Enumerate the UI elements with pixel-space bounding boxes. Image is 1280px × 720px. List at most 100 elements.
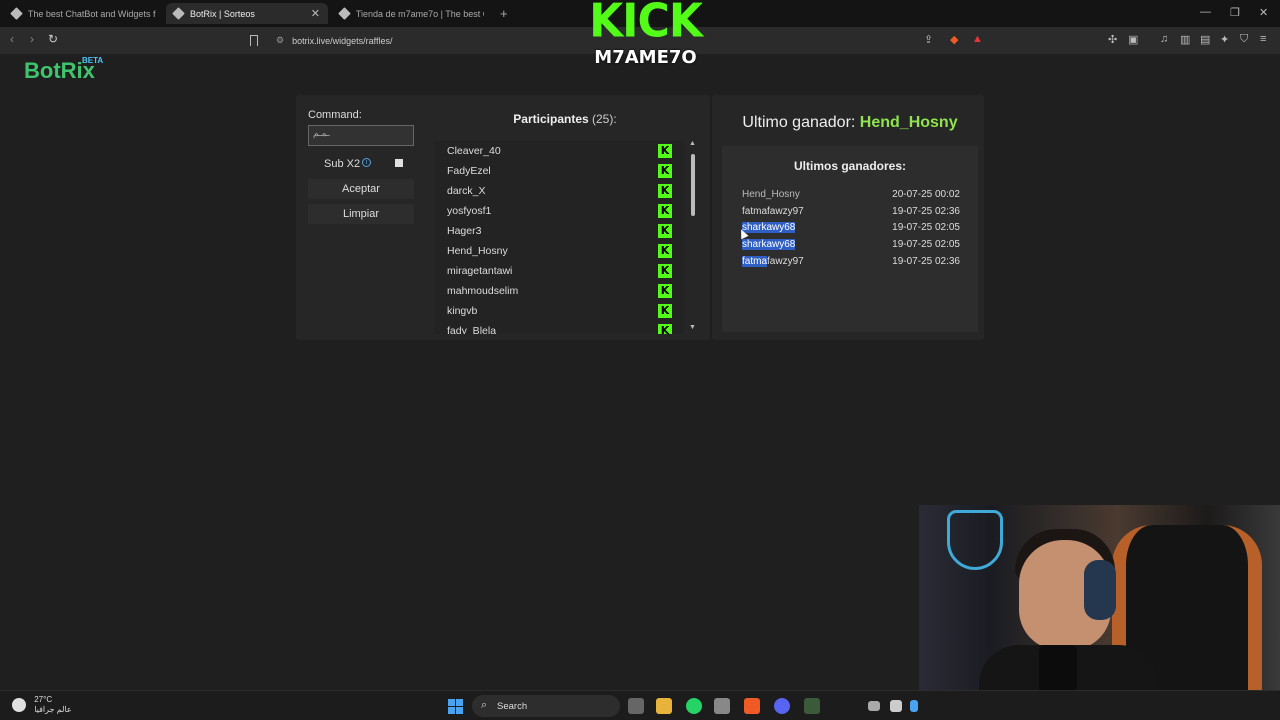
kick-platform-icon: K	[658, 224, 672, 238]
forward-arrow-icon[interactable]: ›	[30, 32, 34, 46]
headset	[1084, 560, 1116, 620]
participants-list[interactable]: Cleaver_40 K FadyEzel Kdarck_X Kyosfyosf1 K Ha…	[434, 141, 684, 334]
restore-icon[interactable]: ❐	[1230, 6, 1240, 19]
back-arrow-icon[interactable]: ‹	[10, 32, 14, 46]
winner-row: sharkawy68 19-07-25 02:05	[742, 222, 960, 238]
brave-rewards-icon[interactable]: ▲	[972, 33, 983, 45]
sidebar-icon[interactable]: ▥	[1180, 33, 1190, 46]
winner-name: fatmafawzy97	[742, 206, 804, 217]
sub-x2-option[interactable]: Sub X2 i	[308, 155, 414, 173]
screenshot-icon[interactable]: ▣	[1128, 33, 1138, 46]
participant-row: fady_Blela K	[434, 321, 684, 334]
participant-row: FadyEzel K	[434, 161, 684, 181]
extensions-icon[interactable]: ✣	[1108, 33, 1117, 46]
task-view-icon[interactable]	[628, 698, 644, 714]
weather-widget[interactable]: 27°C عالم جرافيا	[12, 695, 72, 715]
participant-name: miragetantawi	[447, 265, 513, 277]
participant-name: yosfyosf1	[447, 205, 492, 217]
scroll-up-arrow-icon[interactable]: ▲	[689, 140, 696, 147]
vpn-icon[interactable]: ⛉	[1240, 33, 1248, 46]
kick-platform-icon: K	[658, 144, 672, 158]
scroll-down-arrow-icon[interactable]: ▼	[689, 324, 696, 331]
sub-x2-label: Sub X2	[324, 158, 361, 170]
share-icon[interactable]: ⇪	[924, 33, 933, 46]
participant-row: Cleaver_40 K	[434, 141, 684, 161]
microphone	[1039, 645, 1077, 693]
brave-shield-icon[interactable]: ◆	[950, 33, 958, 46]
wallet-icon[interactable]: ▤	[1200, 33, 1210, 46]
participants-title: Participantes (25):	[434, 112, 696, 126]
participant-name: mahmoudselim	[447, 285, 519, 297]
winner-date: 20-07-25 00:02	[892, 189, 960, 200]
command-input[interactable]: ـمـم	[308, 125, 414, 146]
discord-tray-icon[interactable]	[868, 701, 880, 711]
windows-taskbar: 27°C عالم جرافيا ⌕ Search	[0, 690, 1280, 720]
participant-row: kingvb K	[434, 301, 684, 321]
neon-sign	[947, 510, 1003, 570]
winner-name: sharkawy68	[742, 222, 796, 233]
tray-app-icon[interactable]	[910, 700, 918, 712]
unselected-text: fawzy97	[767, 256, 804, 267]
site-info-icon[interactable]: ⚙	[276, 35, 284, 46]
tab-label: Tienda de m7ame7o | The best ChatB	[355, 8, 484, 19]
menu-icon[interactable]: ≡	[1260, 33, 1266, 45]
kick-platform-icon: K	[658, 304, 672, 318]
site-favicon-icon	[338, 7, 351, 20]
tab-tienda[interactable]: Tienda de m7ame7o | The best ChatB	[332, 3, 492, 24]
brave-browser-icon[interactable]	[744, 698, 760, 714]
kick-overlay-logo: KICK M7AME7O	[588, 0, 703, 72]
file-explorer-icon[interactable]	[656, 698, 672, 714]
selected-text: fatma	[742, 256, 768, 267]
media-icon[interactable]: ♫	[1160, 33, 1168, 45]
tray-app-icon[interactable]	[890, 700, 902, 712]
bookmark-icon[interactable]	[250, 35, 258, 46]
close-tab-icon[interactable]: ✕	[311, 7, 320, 20]
last-winner-name: Hend_Hosny	[859, 114, 958, 131]
windows-start-icon[interactable]	[448, 699, 463, 714]
search-icon: ⌕	[481, 699, 488, 711]
participant-row: darck_X K	[434, 181, 684, 201]
participant-row: Hend_Hosny K	[434, 241, 684, 261]
participant-name: kingvb	[447, 305, 478, 317]
winner-row: fatmafawzy97 19-07-25 02:36	[742, 256, 960, 272]
winner-date: 19-07-25 02:36	[892, 256, 960, 267]
participant-name: fady_Blela	[447, 325, 497, 334]
kick-platform-icon: K	[658, 244, 672, 258]
participants-label: Participantes	[513, 112, 589, 126]
site-favicon-icon	[172, 7, 185, 20]
winner-name: Hend_Hosny	[742, 189, 800, 200]
sub-x2-checkbox[interactable]	[395, 159, 403, 167]
leo-ai-icon[interactable]: ✦	[1220, 33, 1229, 46]
tab-label: BotRix | Sorteos	[190, 8, 255, 19]
winner-date: 19-07-25 02:05	[892, 239, 960, 250]
snipping-tool-icon[interactable]	[714, 698, 730, 714]
participant-name: Cleaver_40	[447, 145, 501, 157]
kick-platform-icon: K	[658, 204, 672, 218]
winner-name: sharkawy68	[742, 239, 796, 250]
botrix-logo[interactable]: BotRix BETA	[24, 56, 103, 84]
kick-platform-icon: K	[658, 264, 672, 278]
winner-name: fatmafawzy97	[742, 256, 804, 267]
whatsapp-icon[interactable]	[686, 698, 702, 714]
minimize-icon[interactable]: —	[1200, 6, 1211, 18]
winner-row: sharkawy68 19-07-25 02:05	[742, 239, 960, 255]
close-window-icon[interactable]: ✕	[1259, 6, 1268, 19]
weather-icon	[12, 698, 26, 712]
participant-name: Hend_Hosny	[447, 245, 508, 257]
discord-icon[interactable]	[774, 698, 790, 714]
last-winner-label: Ultimo ganador:	[742, 114, 856, 131]
new-tab-plus-icon[interactable]: +	[500, 6, 508, 21]
taskbar-search[interactable]: ⌕ Search	[472, 695, 620, 717]
participant-row: yosfyosf1 K	[434, 201, 684, 221]
app-icon[interactable]	[804, 698, 820, 714]
reload-icon[interactable]: ↻	[48, 32, 58, 46]
participants-scrollbar[interactable]: ▲ ▼	[688, 140, 698, 334]
accept-button[interactable]: Aceptar	[308, 179, 414, 199]
kick-platform-icon: K	[658, 284, 672, 298]
info-icon[interactable]: i	[362, 158, 371, 167]
clear-button[interactable]: Limpiar	[308, 204, 414, 224]
tab-chatbot[interactable]: The best ChatBot and Widgets for Ki	[4, 3, 164, 24]
tab-botrix-sorteos[interactable]: BotRix | Sorteos ✕	[166, 3, 328, 24]
participant-row: mahmoudselim K	[434, 281, 684, 301]
scroll-thumb[interactable]	[691, 154, 695, 216]
